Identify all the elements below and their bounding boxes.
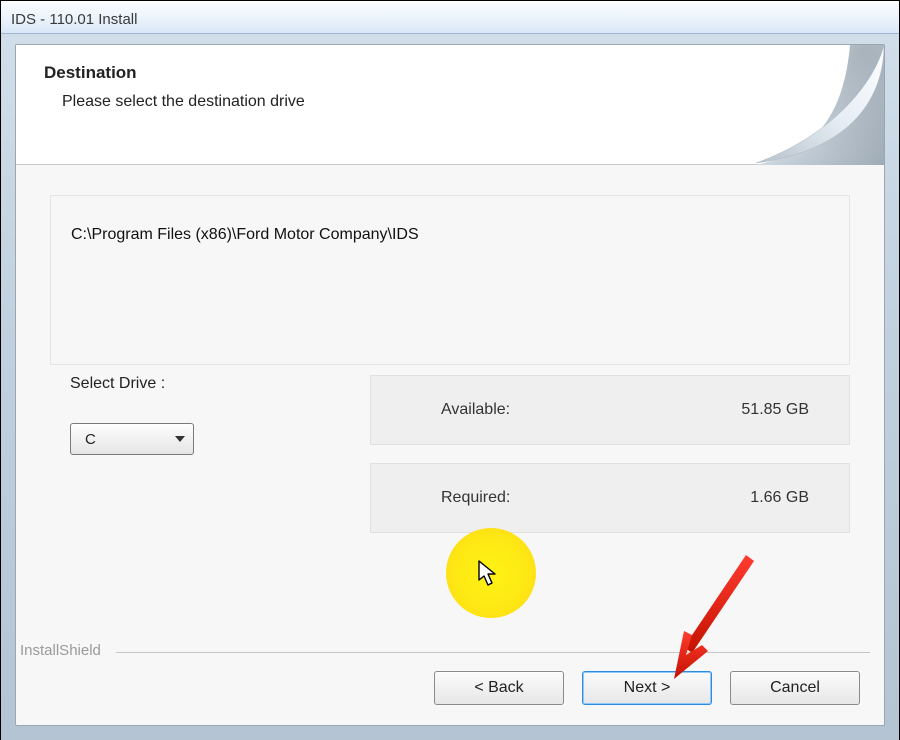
- wizard-body: C:\Program Files (x86)\Ford Motor Compan…: [16, 165, 884, 533]
- title-bar[interactable]: IDS - 110.01 Install: [1, 1, 899, 34]
- drive-dropdown-value: C: [85, 431, 96, 448]
- drive-selection-row: Select Drive : C Available: 51.85 GB Req…: [50, 375, 850, 533]
- required-label: Required:: [441, 489, 510, 507]
- available-value: 51.85 GB: [741, 401, 809, 419]
- space-stats: Available: 51.85 GB Required: 1.66 GB: [370, 375, 850, 533]
- wizard-buttons: < Back Next > Cancel: [434, 671, 860, 705]
- window-frame: Destination Please select the destinatio…: [1, 34, 899, 740]
- chevron-down-icon: [175, 436, 185, 442]
- cancel-button[interactable]: Cancel: [730, 671, 860, 705]
- back-button[interactable]: < Back: [434, 671, 564, 705]
- footer-divider: [116, 652, 870, 653]
- window-title: IDS - 110.01 Install: [11, 11, 137, 28]
- install-path: C:\Program Files (x86)\Ford Motor Compan…: [71, 226, 419, 243]
- next-button[interactable]: Next >: [582, 671, 712, 705]
- page-subtitle: Please select the destination drive: [62, 93, 856, 111]
- page-title: Destination: [44, 63, 856, 83]
- cursor-pointer-icon: [478, 560, 500, 588]
- required-space-row: Required: 1.66 GB: [370, 463, 850, 533]
- available-space-row: Available: 51.85 GB: [370, 375, 850, 445]
- required-value: 1.66 GB: [750, 489, 809, 507]
- select-drive-label: Select Drive :: [70, 375, 370, 393]
- installer-window: IDS - 110.01 Install Destination Please …: [0, 0, 900, 740]
- cursor-highlight: [446, 528, 536, 618]
- client-area: Destination Please select the destinatio…: [15, 44, 885, 726]
- drive-dropdown[interactable]: C: [70, 423, 194, 455]
- installshield-brand: InstallShield: [20, 642, 101, 659]
- wizard-header: Destination Please select the destinatio…: [16, 45, 884, 165]
- available-label: Available:: [441, 401, 510, 419]
- install-path-panel: C:\Program Files (x86)\Ford Motor Compan…: [50, 195, 850, 365]
